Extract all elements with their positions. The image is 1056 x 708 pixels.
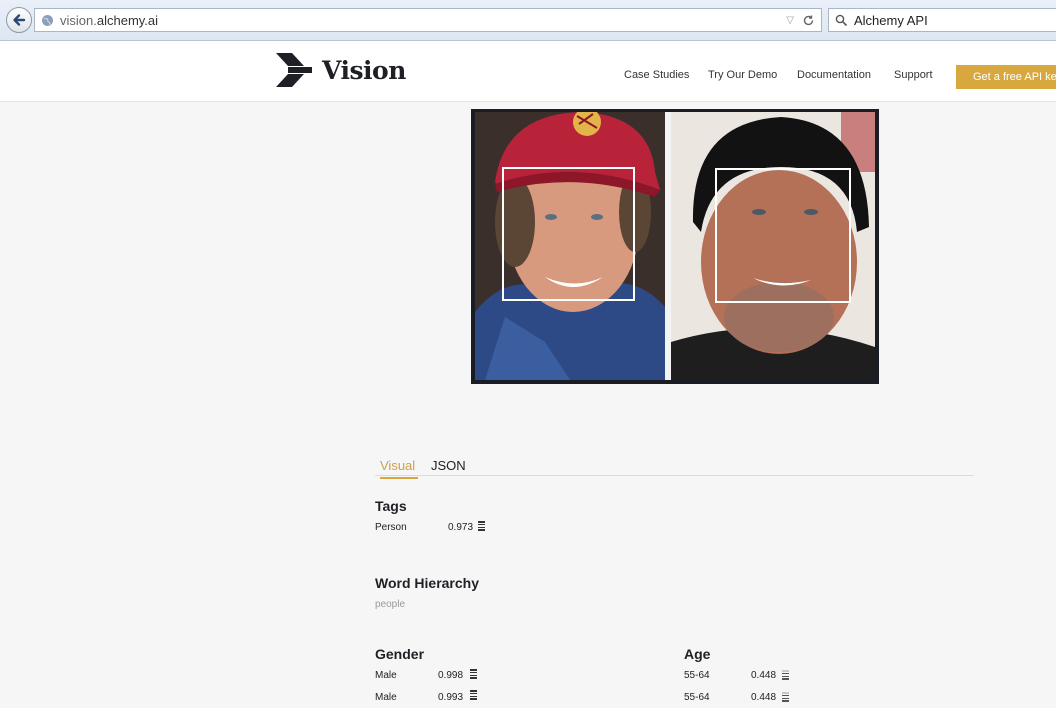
hierarchy-value: people xyxy=(375,599,406,610)
tags-title: Tags xyxy=(375,498,407,514)
nav-documentation[interactable]: Documentation xyxy=(797,69,871,81)
back-button[interactable] xyxy=(6,7,32,33)
vision-logo-icon xyxy=(274,51,314,89)
face-detection-box xyxy=(502,167,635,301)
analyzed-image xyxy=(471,109,879,384)
tag-score: 0.973 xyxy=(448,522,474,533)
search-icon xyxy=(835,14,848,27)
nav-try-our-demo[interactable]: Try Our Demo xyxy=(708,69,777,81)
search-bar[interactable]: Alchemy API xyxy=(828,8,1056,32)
age-score: 0.448 xyxy=(751,670,777,681)
tab-visual[interactable]: Visual xyxy=(380,458,418,479)
age-label: 55-64 xyxy=(684,692,710,703)
confidence-bars-icon xyxy=(470,669,477,679)
age-title: Age xyxy=(684,646,711,662)
photo-person-left xyxy=(475,112,665,380)
result-tabs: Visual JSON xyxy=(375,455,974,479)
gender-label: Male xyxy=(375,692,397,703)
globe-icon xyxy=(41,14,54,27)
hierarchy-title: Word Hierarchy xyxy=(375,575,479,591)
gender-title: Gender xyxy=(375,646,425,662)
back-arrow-icon xyxy=(12,13,26,27)
gender-score: 0.993 xyxy=(438,692,464,703)
age-score: 0.448 xyxy=(751,692,777,703)
confidence-bars-icon xyxy=(782,692,789,702)
dropdown-triangle-icon[interactable]: ▽ xyxy=(786,15,794,26)
vision-logo[interactable]: Vision xyxy=(274,51,406,89)
confidence-bars-icon xyxy=(478,521,485,531)
reload-icon[interactable] xyxy=(802,14,815,27)
browser-toolbar: vision.alchemy.ai ▽ Alchemy API xyxy=(0,0,1056,41)
search-text: Alchemy API xyxy=(854,12,928,28)
confidence-bars-icon xyxy=(782,670,789,680)
face-detection-box xyxy=(715,168,851,303)
confidence-bars-icon xyxy=(470,690,477,700)
tab-json[interactable]: JSON xyxy=(431,458,466,473)
tag-label: Person xyxy=(375,522,407,533)
nav-support[interactable]: Support xyxy=(894,69,933,81)
address-bar[interactable]: vision.alchemy.ai ▽ xyxy=(34,8,822,32)
gender-label: Male xyxy=(375,670,397,681)
logo-text: Vision xyxy=(322,55,406,85)
get-api-key-button[interactable]: Get a free API key xyxy=(956,65,1056,89)
url-text: vision.alchemy.ai xyxy=(60,12,159,28)
photo-person-right xyxy=(671,112,875,380)
site-header: Vision Case Studies Try Our Demo Documen… xyxy=(0,41,1056,102)
age-label: 55-64 xyxy=(684,670,710,681)
nav-case-studies[interactable]: Case Studies xyxy=(624,69,689,81)
gender-score: 0.998 xyxy=(438,670,464,681)
